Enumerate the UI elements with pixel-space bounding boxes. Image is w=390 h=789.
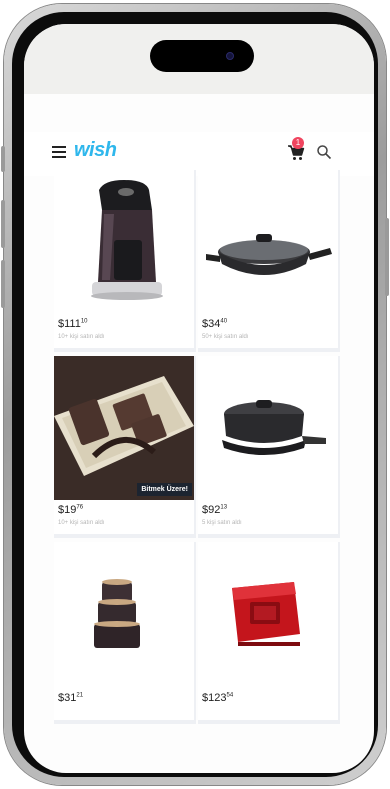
product-price: $1976: [58, 504, 84, 516]
product-card[interactable]: $3121: [54, 542, 196, 724]
product-image-coffee-machine: [54, 170, 194, 314]
product-card[interactable]: $3440 50+ kişi satın aldı: [198, 170, 340, 352]
mute-switch: [1, 146, 5, 172]
phone-bezel: wish 1 $11110 10+ kişi satın aldı $3440 …: [12, 12, 378, 777]
power-button: [385, 218, 389, 296]
product-price: $12354: [202, 692, 234, 704]
product-price: $9213: [202, 504, 228, 516]
product-card[interactable]: $9213 5 kişi satın aldı: [198, 356, 340, 538]
phone-frame: wish 1 $11110 10+ kişi satın aldı $3440 …: [1, 4, 389, 785]
low-stock-badge: Bitmek Üzere!: [137, 483, 192, 496]
product-sold-count: 50+ kişi satın aldı: [202, 334, 249, 340]
product-sold-count: 10+ kişi satın aldı: [58, 520, 105, 526]
product-sold-count: 10+ kişi satın aldı: [58, 334, 105, 340]
volume-down-button: [1, 260, 5, 308]
product-price: $11110: [58, 318, 88, 330]
product-image-pan: [198, 170, 338, 314]
product-image-wallet-set: Bitmek Üzere!: [54, 356, 194, 500]
product-sold-count: 5 kişi satın aldı: [202, 520, 242, 526]
product-card[interactable]: $11110 10+ kişi satın aldı: [54, 170, 196, 352]
product-price: $3440: [202, 318, 228, 330]
product-card[interactable]: Bitmek Üzere! $1976 10+ kişi satın aldı: [54, 356, 196, 538]
product-image-storage-canisters: [54, 542, 194, 686]
screen: wish 1 $11110 10+ kişi satın aldı $3440 …: [24, 24, 374, 773]
product-card[interactable]: $12354: [198, 542, 340, 724]
product-price: $3121: [58, 692, 84, 704]
product-image-electric-skillet: [198, 356, 338, 500]
product-grid: $11110 10+ kişi satın aldı $3440 50+ kiş…: [24, 24, 374, 773]
volume-up-button: [1, 200, 5, 248]
product-image-red-fryer: [198, 542, 338, 686]
